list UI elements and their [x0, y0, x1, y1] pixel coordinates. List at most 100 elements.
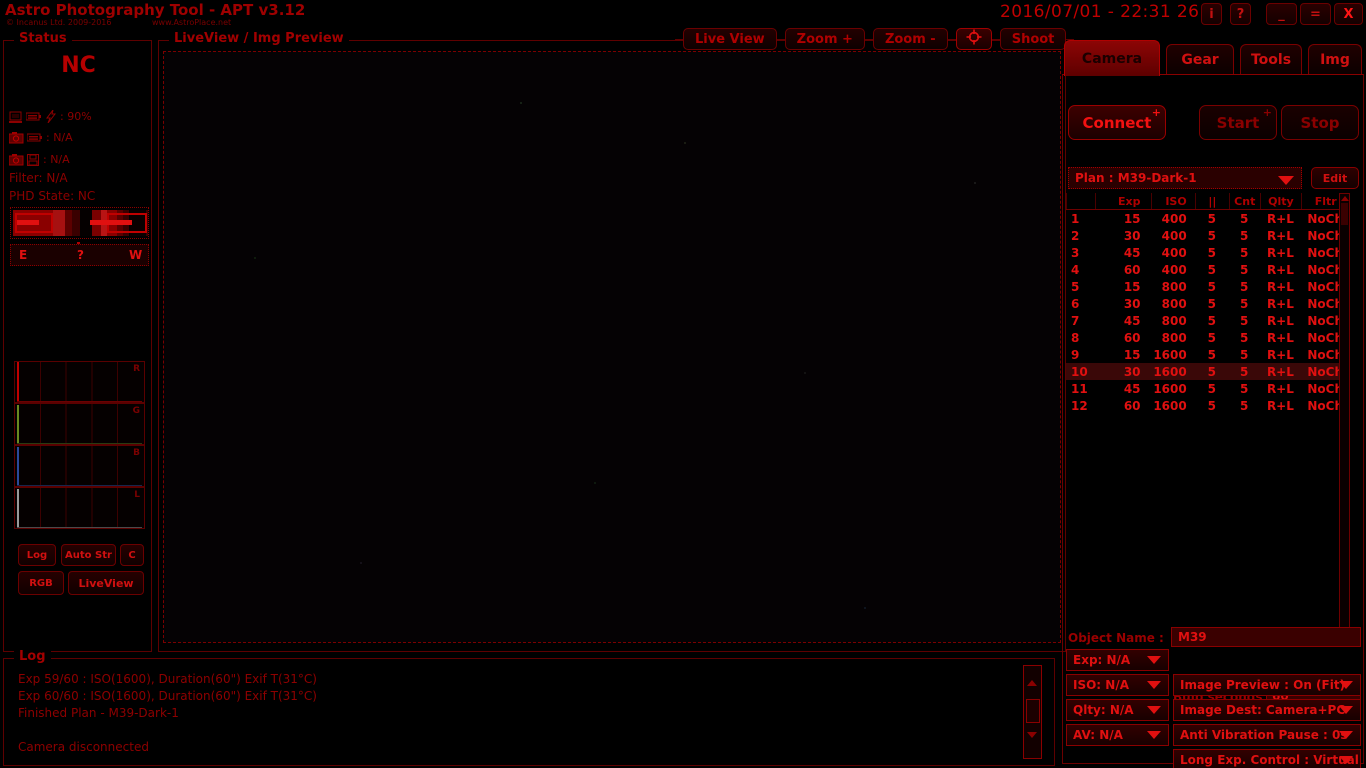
plan-table-header: Exp ISO || Cnt Qlty Fltr — [1066, 193, 1349, 210]
log-panel: Log Exp 59/60 : ISO(1600), Duration(60")… — [3, 649, 1055, 766]
close-button[interactable]: X — [1334, 3, 1363, 25]
rgb-button[interactable]: RGB — [18, 571, 64, 595]
title-bar: Astro Photography Tool - APT v3.12 © Inc… — [0, 0, 1366, 28]
cell-qlty: R+L — [1266, 245, 1294, 260]
plan-table-scrollbar[interactable] — [1339, 193, 1350, 633]
table-row[interactable]: 6 30 800 5 5 R+L NoCh — [1066, 295, 1349, 312]
table-row[interactable]: 1 15 400 5 5 R+L NoCh — [1066, 210, 1349, 227]
cell-par: 5 — [1207, 296, 1217, 311]
iso-dropdown[interactable]: ISO: N/A — [1066, 674, 1169, 696]
anti-vibration-dropdown-label: Anti Vibration Pause : 0s — [1180, 728, 1348, 742]
edit-plan-button[interactable]: Edit — [1311, 167, 1359, 189]
cell-cnt: 5 — [1240, 228, 1249, 243]
cell-qlty: R+L — [1266, 330, 1294, 345]
cell-cnt: 5 — [1240, 262, 1249, 277]
scroll-down-arrow-icon[interactable] — [1027, 732, 1037, 738]
camera-storage-row: : N/A — [9, 153, 70, 166]
image-preview-dropdown[interactable]: Image Preview : On (Fit) — [1173, 674, 1361, 696]
plan-table[interactable]: Exp ISO || Cnt Qlty Fltr 1 15 400 5 5 R+L NoCh… — [1066, 193, 1349, 414]
camera-storage-value: : N/A — [43, 153, 70, 166]
scroll-up-arrow-icon[interactable] — [1027, 680, 1037, 686]
liveview-image-canvas[interactable] — [163, 51, 1061, 643]
histogram-green[interactable]: G — [14, 403, 145, 445]
object-name-input[interactable]: M39 — [1171, 627, 1361, 647]
tab-strip: Camera Gear Tools Img — [1060, 36, 1366, 76]
zoom-in-button[interactable]: Zoom + — [784, 28, 865, 50]
tab-img[interactable]: Img — [1308, 44, 1362, 74]
connect-options-icon[interactable]: + — [1152, 106, 1161, 119]
meridian-indicator[interactable] — [10, 207, 149, 251]
laptop-icon — [9, 111, 23, 123]
cell-exp: 60 — [1123, 398, 1141, 413]
cell-iso: 1600 — [1153, 364, 1187, 379]
apt-application-window: Astro Photography Tool - APT v3.12 © Inc… — [0, 0, 1366, 768]
c-button[interactable]: C — [120, 544, 144, 566]
cell-cnt: 5 — [1240, 381, 1249, 396]
zoom-out-button[interactable]: Zoom - — [872, 28, 948, 50]
table-row[interactable]: 4 60 400 5 5 R+L NoCh — [1066, 261, 1349, 278]
table-row[interactable]: 7 45 800 5 5 R+L NoCh — [1066, 312, 1349, 329]
log-line: Finished Plan - M39-Dark-1 — [18, 706, 179, 720]
live-view-button[interactable]: Live View — [683, 28, 777, 50]
start-options-icon[interactable]: + — [1263, 106, 1272, 119]
cell-idx: 9 — [1071, 347, 1080, 362]
maximize-button[interactable]: = — [1300, 3, 1331, 25]
long-exp-control-dropdown[interactable]: Long Exp. Control : Virtual — [1173, 749, 1361, 768]
crosshair-button[interactable] — [955, 28, 992, 50]
shoot-button[interactable]: Shoot — [999, 28, 1067, 50]
help-button[interactable]: ? — [1230, 3, 1251, 25]
liveview-button[interactable]: LiveView — [68, 571, 144, 595]
histogram-red[interactable]: R — [14, 361, 145, 403]
cell-par: 5 — [1207, 381, 1217, 396]
chevron-down-icon — [1339, 731, 1353, 739]
header-count: Cnt — [1229, 193, 1259, 209]
scroll-up-arrow-icon[interactable] — [1341, 196, 1349, 201]
table-row[interactable]: 11 45 1600 5 5 R+L NoCh — [1066, 380, 1349, 397]
cell-cnt: 5 — [1240, 211, 1249, 226]
chevron-down-icon — [1339, 681, 1353, 689]
minimize-button[interactable]: _ — [1266, 3, 1297, 25]
log-scroll-thumb[interactable] — [1026, 699, 1040, 723]
exposure-dropdown[interactable]: Exp: N/A — [1066, 649, 1169, 671]
auto-stretch-button[interactable]: Auto Str — [61, 544, 116, 566]
histogram-luminance[interactable]: L — [14, 487, 145, 529]
pier-west-label: W — [129, 248, 143, 262]
cell-iso: 400 — [1161, 262, 1187, 277]
log-line: Camera disconnected — [18, 740, 149, 754]
table-row[interactable]: 2 30 400 5 5 R+L NoCh — [1066, 227, 1349, 244]
cell-idx: 2 — [1071, 228, 1080, 243]
quality-dropdown[interactable]: Qlty: N/A — [1066, 699, 1169, 721]
lightning-icon — [45, 110, 57, 123]
log-scrollbar[interactable] — [1023, 665, 1042, 759]
histogram-blue[interactable]: B — [14, 445, 145, 487]
log-button[interactable]: Log — [18, 544, 56, 566]
cell-idx: 3 — [1071, 245, 1080, 260]
plan-scroll-thumb[interactable] — [1341, 203, 1348, 225]
table-row[interactable]: 12 60 1600 5 5 R+L NoCh — [1066, 397, 1349, 414]
stop-button[interactable]: Stop — [1281, 105, 1359, 140]
info-button[interactable]: i — [1201, 3, 1222, 25]
table-row[interactable]: 10 30 1600 5 5 R+L NoCh — [1066, 363, 1349, 380]
plan-dropdown[interactable]: Plan : M39-Dark-1 — [1068, 167, 1302, 189]
table-row[interactable]: 3 45 400 5 5 R+L NoCh — [1066, 244, 1349, 261]
cell-qlty: R+L — [1266, 211, 1294, 226]
website-text: www.AstroPlace.net — [152, 18, 232, 27]
cell-cnt: 5 — [1240, 398, 1249, 413]
anti-vibration-dropdown[interactable]: Anti Vibration Pause : 0s — [1173, 724, 1361, 746]
table-row[interactable]: 5 15 800 5 5 R+L NoCh — [1066, 278, 1349, 295]
object-name-label: Object Name : — [1068, 631, 1164, 645]
table-row[interactable]: 9 15 1600 5 5 R+L NoCh — [1066, 346, 1349, 363]
table-row[interactable]: 8 60 800 5 5 R+L NoCh — [1066, 329, 1349, 346]
tab-tools[interactable]: Tools — [1240, 44, 1302, 74]
image-dest-dropdown[interactable]: Image Dest: Camera+PC — [1173, 699, 1361, 721]
connect-button[interactable]: Connect + — [1068, 105, 1166, 140]
tab-camera[interactable]: Camera — [1064, 40, 1160, 76]
start-button[interactable]: Start + — [1199, 105, 1277, 140]
cell-iso: 1600 — [1153, 347, 1187, 362]
aperture-dropdown[interactable]: AV: N/A — [1066, 724, 1169, 746]
cell-par: 5 — [1207, 228, 1217, 243]
cell-par: 5 — [1207, 262, 1217, 277]
exposure-dropdown-label: Exp: N/A — [1073, 653, 1131, 667]
tab-gear[interactable]: Gear — [1166, 44, 1234, 74]
copyright-text: © Incanus Ltd. 2009-2016 — [6, 18, 112, 27]
